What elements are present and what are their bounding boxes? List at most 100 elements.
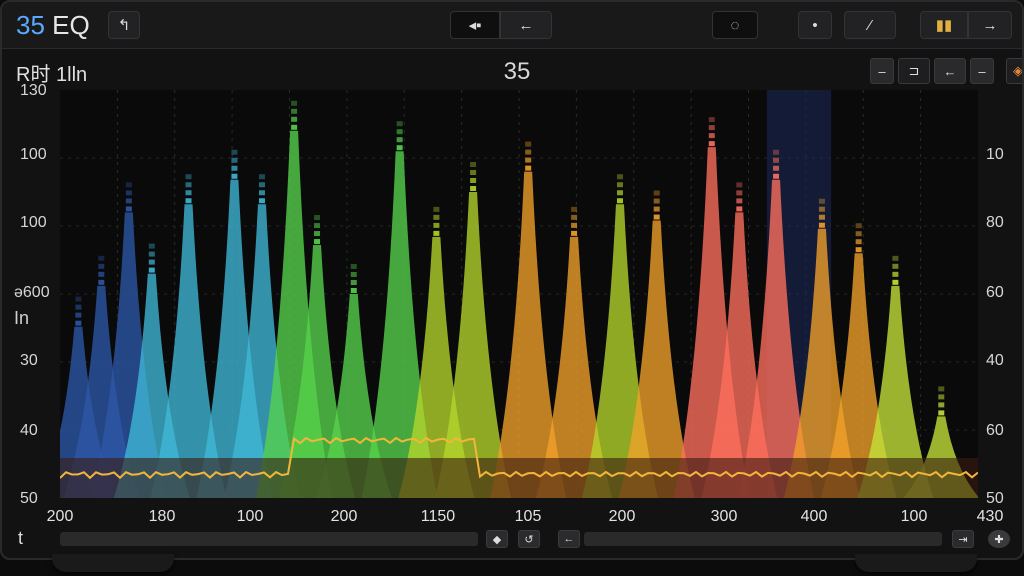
peak-cap: [396, 129, 403, 135]
bottom-bar: t ◆ ↺ ← ⇥ ✚: [2, 528, 1022, 554]
peak-cap: [148, 243, 155, 249]
peak-cap: [75, 296, 82, 302]
peak-cap: [185, 182, 192, 188]
x-tick: 105: [514, 508, 542, 525]
circle-icon: ◌: [730, 16, 740, 34]
spectrum-plot[interactable]: [60, 90, 978, 498]
x-tick: 300: [710, 508, 738, 525]
y-tick-left: 100: [20, 214, 47, 231]
peak-cap: [818, 206, 825, 212]
bracket-button[interactable]: ⊐: [898, 58, 930, 84]
peak-cap: [892, 263, 899, 269]
y-tick-left: 100: [20, 146, 47, 163]
arrow-right-icon: →: [982, 16, 998, 34]
peak-cap: [525, 157, 532, 163]
arrow-left-icon: ←: [518, 16, 534, 34]
peak-cap: [818, 222, 825, 228]
y-tick-left: 130: [20, 82, 47, 99]
peak-cap: [818, 198, 825, 204]
app-title: 35 EQ: [16, 10, 90, 40]
peak-cap: [708, 141, 715, 147]
peak-cap: [258, 190, 265, 196]
minus-button[interactable]: –: [870, 58, 894, 84]
circle-button[interactable]: ◌: [712, 11, 758, 39]
rewind-button[interactable]: ←: [558, 530, 580, 548]
peak-cap: [773, 149, 780, 155]
peak-cap: [616, 198, 623, 204]
x-tick: 200: [46, 508, 74, 525]
scrollbar-left[interactable]: [60, 532, 478, 546]
peak-cap: [892, 271, 899, 277]
refresh-button[interactable]: ↺: [518, 530, 540, 548]
peak-cap: [291, 108, 298, 114]
add-button[interactable]: ✚: [988, 530, 1010, 548]
peak-cap: [350, 288, 357, 293]
pause-button[interactable]: ▮▮: [920, 11, 968, 39]
peak-cap: [350, 272, 357, 277]
toolbar-group-4: ▮▮ →: [920, 11, 1012, 39]
brush-icon: ⁄: [868, 16, 872, 34]
graph-title: 35: [503, 58, 531, 85]
left-arrow-icon: ←: [943, 63, 957, 79]
peak-cap: [433, 230, 440, 236]
peak-cap: [350, 264, 357, 269]
peak-cap: [855, 247, 862, 253]
peak-cap: [470, 170, 477, 175]
arrow-left-button[interactable]: ←: [500, 11, 552, 39]
peak-cap: [571, 222, 578, 228]
peak-cap: [125, 198, 132, 204]
peak-cap: [736, 198, 743, 204]
dot-icon: •: [812, 16, 818, 34]
undo-button[interactable]: ←: [934, 58, 966, 84]
minus-button-2[interactable]: –: [970, 58, 994, 84]
peak-cap: [258, 198, 265, 204]
settings-button[interactable]: ◈: [1006, 58, 1023, 84]
peak-cap: [525, 141, 532, 147]
peak-cap: [231, 165, 238, 171]
speaker-button[interactable]: ◂▪: [450, 11, 500, 39]
y-tick-right: 80: [986, 214, 1004, 231]
peak-cap: [433, 214, 440, 220]
bottom-label: t: [18, 528, 24, 548]
brush-button[interactable]: ⁄: [844, 11, 896, 39]
peak-cap: [98, 279, 105, 285]
y-tick-left: 30: [20, 352, 38, 369]
peak-cap: [185, 198, 192, 204]
peak-cap: [231, 157, 238, 163]
x-tick: 430: [976, 508, 1004, 525]
peak-cap: [773, 157, 780, 163]
peak-cap: [571, 214, 578, 220]
peak-cap: [892, 255, 899, 261]
peak-cap: [98, 255, 105, 261]
x-tick: 200: [330, 508, 358, 525]
peak-cap: [470, 186, 477, 191]
diamond-button[interactable]: ◆: [486, 530, 508, 548]
dot-button[interactable]: •: [798, 11, 832, 39]
plus-icon: ✚: [994, 533, 1004, 546]
peak-cap: [350, 280, 357, 285]
y-tick-left: 50: [20, 490, 38, 507]
back-button[interactable]: ↰: [108, 11, 140, 39]
peak-cap: [525, 165, 532, 171]
peak-cap: [818, 214, 825, 220]
peak-cap: [708, 125, 715, 131]
peak-cap: [653, 190, 660, 196]
peak-cap: [291, 116, 298, 122]
peak-cap: [314, 223, 321, 229]
peak-cap: [396, 145, 403, 151]
gear-icon: ◈: [1013, 63, 1023, 78]
base-fill: [60, 458, 978, 498]
toolbar-group-2: ◌ •: [712, 11, 832, 39]
peak-cap: [75, 312, 82, 318]
speaker-icon: ◂▪: [468, 17, 482, 34]
minus-icon: –: [878, 63, 886, 79]
end-button[interactable]: ⇥: [952, 530, 974, 548]
peak-cap: [855, 223, 862, 229]
peak-cap: [125, 206, 132, 212]
peak-cap: [653, 214, 660, 220]
back-icon: ↰: [117, 17, 131, 34]
peak-cap: [470, 162, 477, 167]
scrollbar-right[interactable]: [584, 532, 942, 546]
y-tick-right: 50: [986, 490, 1004, 507]
arrow-right-button[interactable]: →: [968, 11, 1012, 39]
